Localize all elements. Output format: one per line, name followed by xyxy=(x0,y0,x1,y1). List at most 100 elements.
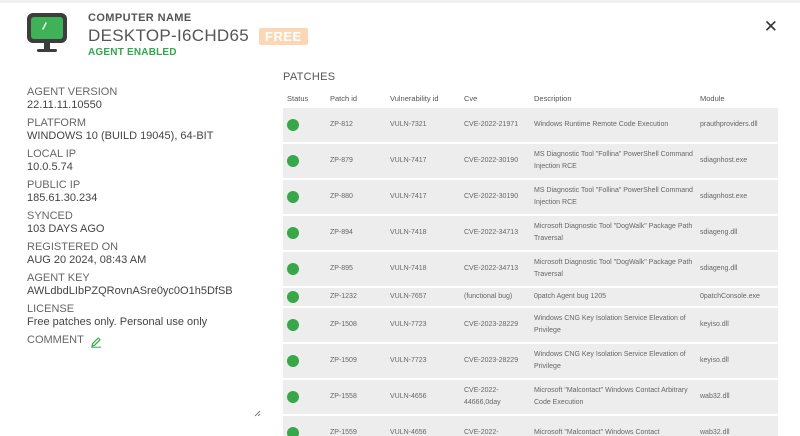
module-cell: keyiso.dll xyxy=(700,357,729,364)
cve-cell: CVE-2022-34713 xyxy=(464,229,519,236)
monitor-icon xyxy=(24,10,74,58)
patch-id-cell: ZP-812 xyxy=(330,121,353,128)
cve-cell: CVE-2022-44666,0day xyxy=(464,387,501,406)
description-cell: 0patch Agent bug 1205 xyxy=(534,293,607,300)
status-dot-icon xyxy=(287,391,299,403)
cve-cell: (functional bug) xyxy=(464,293,513,300)
description-cell: Microsoft Diagnostic Tool "DogWalk" Pack… xyxy=(534,259,693,278)
status-cell xyxy=(283,291,330,303)
field-value: 10.0.5.74 xyxy=(27,161,73,173)
synced-field: SYNCED 103 DAYS AGO xyxy=(27,210,267,236)
status-cell xyxy=(283,391,330,403)
vulnerability-id-cell: VULN-7657 xyxy=(390,293,427,300)
table-row[interactable]: ZP-895 VULN-7418 CVE-2022-34713 Microsof… xyxy=(283,252,778,286)
computer-name: DESKTOP-I6CHD65 xyxy=(88,26,250,45)
top-strip xyxy=(0,0,800,3)
close-icon[interactable]: ✕ xyxy=(764,18,778,35)
column-header-cve: Cve xyxy=(464,93,478,103)
cve-cell: CVE-2022-34713 xyxy=(464,265,519,272)
vulnerability-id-cell: VULN-7321 xyxy=(390,121,427,128)
public-ip-field: PUBLIC IP 185.61.30.234 xyxy=(27,179,267,205)
status-dot-icon xyxy=(287,155,299,167)
column-header-description: Description xyxy=(534,93,572,103)
vulnerability-id-cell: VULN-4656 xyxy=(390,429,427,436)
field-value: AUG 20 2024, 08:43 AM xyxy=(27,254,147,266)
description-cell: Microsoft "Malcontact" Windows Contact A… xyxy=(534,387,688,406)
pencil-icon[interactable] xyxy=(90,335,102,348)
description-cell: Microsoft Diagnostic Tool "DogWalk" Pack… xyxy=(534,223,693,242)
table-row[interactable]: ZP-1509 VULN-7723 CVE-2023-28229 Windows… xyxy=(283,344,778,378)
comment-row: COMMENT xyxy=(27,334,267,348)
table-row[interactable]: ZP-812 VULN-7321 CVE-2022-21971 Windows … xyxy=(283,108,778,142)
field-value: Free patches only. Personal use only xyxy=(27,316,208,328)
field-value: 185.61.30.234 xyxy=(27,192,98,204)
table-header: Status Patch id Vulnerability id Cve Des… xyxy=(283,88,778,108)
agent-version-field: AGENT VERSION 22.11.11.10550 xyxy=(27,86,267,112)
table-row[interactable]: ZP-1559 VULN-4656 CVE-2022- Microsoft "M… xyxy=(283,416,778,436)
field-label: SYNCED xyxy=(27,210,73,222)
patch-id-cell: ZP-1508 xyxy=(330,321,357,328)
table-row[interactable]: ZP-879 VULN-7417 CVE-2022-30190 MS Diagn… xyxy=(283,144,778,178)
status-cell xyxy=(283,263,330,275)
field-value: 22.11.11.10550 xyxy=(27,99,102,111)
vulnerability-id-cell: VULN-7417 xyxy=(390,193,427,200)
column-header-vulnerability-id: Vulnerability id xyxy=(390,93,439,103)
table-row[interactable]: ZP-1232 VULN-7657 (functional bug) 0patc… xyxy=(283,288,778,306)
license-badge: FREE xyxy=(259,27,308,45)
description-cell: Windows CNG Key Isolation Service Elevat… xyxy=(534,315,686,334)
status-dot-icon xyxy=(287,119,299,131)
vulnerability-id-cell: VULN-7417 xyxy=(390,157,427,164)
table-row[interactable]: ZP-880 VULN-7417 CVE-2022-30190 MS Diagn… xyxy=(283,180,778,214)
module-cell: sdiagnhost.exe xyxy=(700,193,748,200)
patches-title: PATCHES xyxy=(283,71,336,83)
status-dot-icon xyxy=(287,191,299,203)
agent-status: AGENT ENABLED xyxy=(88,47,177,58)
computer-name-label: COMPUTER NAME xyxy=(88,12,192,24)
description-cell: MS Diagnostic Tool "Follina" PowerShell … xyxy=(534,151,693,170)
patches-table: Status Patch id Vulnerability id Cve Des… xyxy=(283,88,778,436)
local-ip-field: LOCAL IP 10.0.5.74 xyxy=(27,148,267,174)
module-cell: prauthproviders.dll xyxy=(700,121,758,128)
status-dot-icon xyxy=(287,319,299,331)
column-header-module: Module xyxy=(700,93,725,103)
module-cell: keyiso.dll xyxy=(700,321,729,328)
module-cell: sdiageng.dll xyxy=(700,265,738,272)
patch-id-cell: ZP-879 xyxy=(330,157,353,164)
module-cell: wab32.dll xyxy=(700,393,730,400)
status-cell xyxy=(283,355,330,367)
table-row[interactable]: ZP-1558 VULN-4656 CVE-2022-44666,0day Mi… xyxy=(283,380,778,414)
cve-cell: CVE-2022-21971 xyxy=(464,121,519,128)
cve-cell: CVE-2022-30190 xyxy=(464,193,519,200)
agent-key-field: AGENT KEY AWLdbdLIbPZQRovnASre0yc0O1h5Df… xyxy=(27,272,267,298)
status-dot-icon xyxy=(287,291,299,303)
module-cell: wab32.dll xyxy=(700,429,730,436)
column-header-patch-id: Patch id xyxy=(330,93,358,103)
comment-label: COMMENT xyxy=(27,334,84,346)
computer-name-row: DESKTOP-I6CHD65 FREE xyxy=(88,26,308,46)
status-dot-icon xyxy=(287,427,299,436)
cve-cell: CVE-2023-28229 xyxy=(464,357,519,364)
field-label: LOCAL IP xyxy=(27,148,77,160)
field-label: PLATFORM xyxy=(27,117,87,129)
platform-field: PLATFORM WINDOWS 10 (BUILD 19045), 64-BI… xyxy=(27,117,267,143)
cve-cell: CVE-2023-28229 xyxy=(464,321,519,328)
status-cell xyxy=(283,155,330,167)
patch-id-cell: ZP-1509 xyxy=(330,357,357,364)
status-dot-icon xyxy=(287,355,299,367)
status-cell xyxy=(283,319,330,331)
cve-cell: CVE-2022-30190 xyxy=(464,157,519,164)
resize-handle-icon[interactable] xyxy=(254,404,261,417)
patch-id-cell: ZP-894 xyxy=(330,229,353,236)
vulnerability-id-cell: VULN-7723 xyxy=(390,321,427,328)
table-row[interactable]: ZP-1508 VULN-7723 CVE-2023-28229 Windows… xyxy=(283,308,778,342)
description-cell: Windows CNG Key Isolation Service Elevat… xyxy=(534,351,686,370)
patch-id-cell: ZP-1558 xyxy=(330,393,357,400)
patch-id-cell: ZP-895 xyxy=(330,265,353,272)
status-dot-icon xyxy=(287,227,299,239)
table-row[interactable]: ZP-894 VULN-7418 CVE-2022-34713 Microsof… xyxy=(283,216,778,250)
patch-id-cell: ZP-1559 xyxy=(330,429,357,436)
patch-id-cell: ZP-1232 xyxy=(330,293,357,300)
field-label: AGENT VERSION xyxy=(27,86,118,98)
vulnerability-id-cell: VULN-7723 xyxy=(390,357,427,364)
patch-id-cell: ZP-880 xyxy=(330,193,353,200)
